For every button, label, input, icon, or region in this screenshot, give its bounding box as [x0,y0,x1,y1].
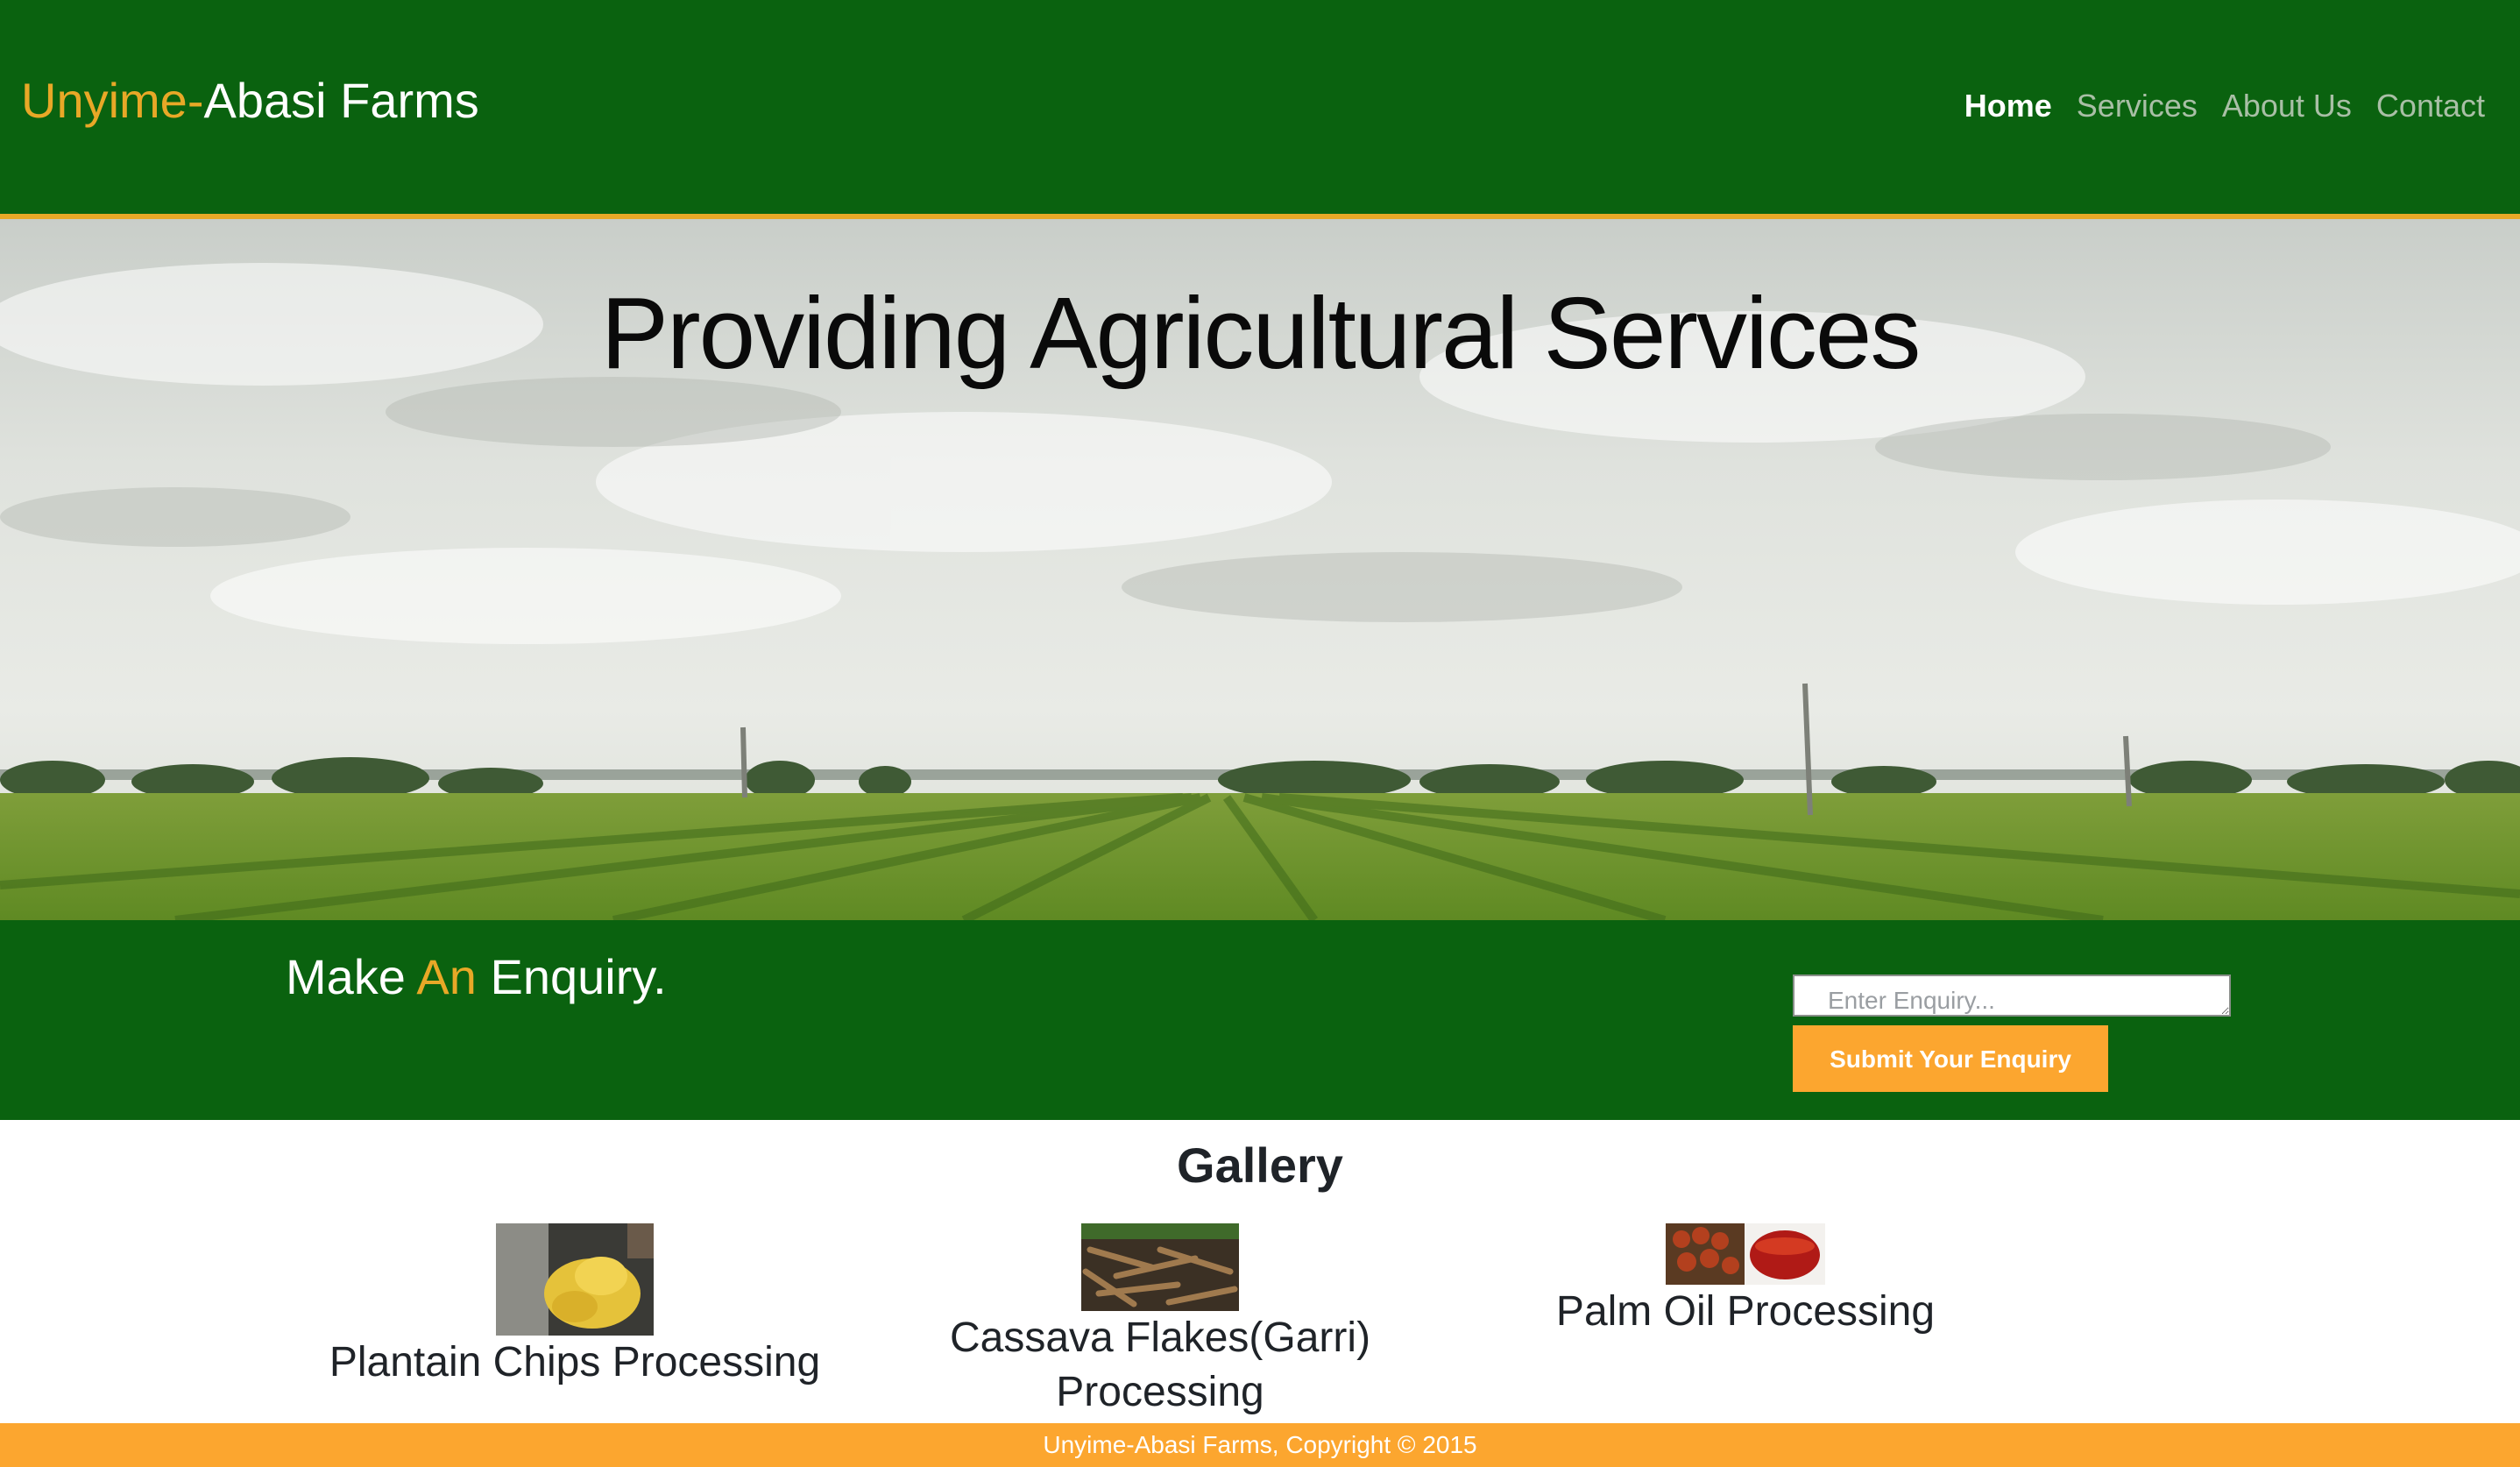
palm-oil-image[interactable] [1666,1223,1825,1285]
gallery-title: Gallery [1177,1137,1343,1193]
submit-enquiry-button[interactable]: Submit Your Enquiry [1793,1025,2108,1092]
enquiry-title-accent: An [416,949,477,1004]
brand-first: Unyime- [21,73,204,128]
brand-second: Abasi Farms [203,73,479,128]
nav-about-link[interactable]: About Us [2222,84,2352,128]
gallery-item-cassava: Cassava Flakes(Garri) Processing [903,1223,1418,1420]
enquiry-section: Make An Enquiry. Submit Your Enquiry [0,920,2520,1120]
site-header: Unyime-Abasi Farms Home Services About U… [0,0,2520,219]
nav-home-link[interactable]: Home [1964,84,2052,128]
gallery-item-plantain: Plantain Chips Processing [312,1223,838,1390]
hero-banner: Providing Agricultural Services [0,219,2520,920]
gallery-caption: Plantain Chips Processing [329,1339,821,1386]
nav-services-link[interactable]: Services [2077,84,2198,128]
hero-title: Providing Agricultural Services [600,276,1922,390]
gallery-caption: Cassava Flakes(Garri) Processing [949,1315,1371,1415]
site-footer: Unyime-Abasi Farms, Copyright © 2015 [0,1423,2520,1467]
main-nav: Home Services About Us Contact [1940,84,2485,128]
enquiry-title: Make An Enquiry. [286,946,667,1008]
nav-contact-link[interactable]: Contact [2376,84,2485,128]
gallery-item-palm-oil: Palm Oil Processing [1500,1223,1991,1339]
gallery-caption: Palm Oil Processing [1555,1288,1936,1335]
enquiry-textarea[interactable] [1793,974,2231,1017]
plantain-chips-image[interactable] [496,1223,654,1336]
enquiry-title-part1: Make [286,949,417,1004]
brand-logo[interactable]: Unyime-Abasi Farms [21,70,479,131]
enquiry-title-part2: Enquiry. [476,949,667,1004]
cassava-image[interactable] [1081,1223,1239,1311]
